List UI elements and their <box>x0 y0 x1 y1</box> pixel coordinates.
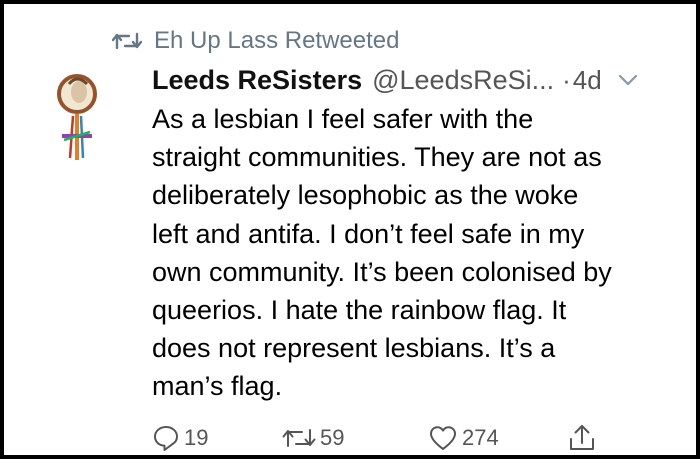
tweet-text-line: man’s flag. <box>152 371 283 402</box>
retweet-icon <box>282 425 316 451</box>
timestamp[interactable]: 4d <box>573 65 602 96</box>
reply-button[interactable]: 19 <box>152 420 208 456</box>
display-name[interactable]: Leeds ReSisters <box>152 65 362 96</box>
user-handle[interactable]: @LeedsReSi... <box>372 65 554 96</box>
reply-icon <box>152 424 180 452</box>
tweet-text: As a lesbian I feel safer with the strai… <box>152 100 672 406</box>
tweet-card: Eh Up Lass Retweeted Leeds ReSisters @Le… <box>0 0 700 459</box>
tweet-text-line: straight communities. They are not as <box>152 142 602 173</box>
heart-icon <box>428 424 458 452</box>
retweet-banner[interactable]: Eh Up Lass Retweeted <box>112 24 399 58</box>
tweet-actions: 19 59 274 <box>152 420 612 456</box>
retweet-icon <box>112 30 142 52</box>
tweet-text-line: own community. It’s been colonised by <box>152 256 612 287</box>
chevron-down-icon[interactable] <box>618 73 638 87</box>
tweet-text-line: As a lesbian I feel safer with the <box>152 104 534 134</box>
retweet-banner-label: Eh Up Lass Retweeted <box>154 27 400 54</box>
reply-count: 19 <box>184 425 209 450</box>
venus-symbol-avatar <box>57 74 97 160</box>
like-button[interactable]: 274 <box>428 420 499 456</box>
tweet-text-line: left and antifa. I don’t feel safe in my <box>152 218 585 249</box>
share-button[interactable] <box>568 420 596 456</box>
tweet-text-line: queerios. I hate the rainbow flag. It <box>152 295 567 326</box>
tweet-text-line: deliberately lesophobic as the woke <box>152 180 579 211</box>
separator-dot: · <box>562 64 571 95</box>
avatar[interactable] <box>52 70 102 166</box>
retweet-button[interactable]: 59 <box>282 420 344 456</box>
like-count: 274 <box>462 425 499 450</box>
tweet-header: Leeds ReSisters @LeedsReSi... · 4d <box>152 60 674 100</box>
retweet-count: 59 <box>320 425 345 450</box>
tweet-text-line: does not represent lesbians. It’s a <box>152 333 556 364</box>
share-icon <box>568 423 596 453</box>
